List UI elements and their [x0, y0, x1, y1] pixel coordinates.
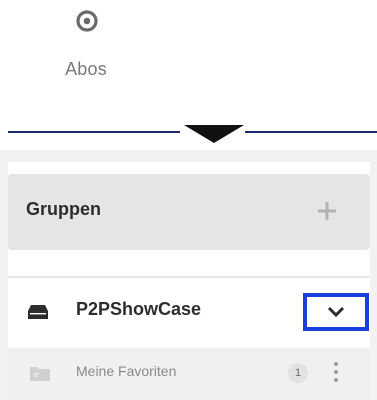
count-badge: 1 [288, 363, 308, 383]
group-name: P2PShowCase [76, 299, 202, 319]
plus-icon[interactable] [315, 199, 339, 223]
folder-icon [30, 367, 50, 381]
divider-line-left [8, 131, 180, 133]
groups-header: Gruppen [8, 174, 370, 250]
more-vertical-icon[interactable] [333, 361, 339, 383]
drive-icon [28, 305, 48, 319]
expand-group-button[interactable] [303, 293, 369, 331]
abos-label: Abos [65, 59, 107, 79]
groups-panel-content: Gruppen P2PShowCase Meine Favoriten 1 [8, 162, 370, 400]
divider-line-right [245, 131, 377, 133]
folder-item-meine-favoriten[interactable]: Meine Favoriten 1 [8, 348, 370, 400]
group-item-p2pshowcase[interactable]: P2PShowCase [8, 293, 370, 345]
page: Abos Gruppen P2PShowCase Meine Favoriten… [0, 0, 377, 400]
abos-tab[interactable]: Abos [50, 0, 122, 92]
folder-label: Meine Favoriten [76, 363, 177, 379]
chevron-down-icon [327, 306, 345, 318]
groups-panel: Gruppen P2PShowCase Meine Favoriten 1 [0, 150, 377, 400]
eye-icon [76, 10, 98, 32]
down-arrow-icon [184, 125, 244, 143]
groups-title: Gruppen [26, 199, 101, 219]
separator [8, 276, 370, 278]
